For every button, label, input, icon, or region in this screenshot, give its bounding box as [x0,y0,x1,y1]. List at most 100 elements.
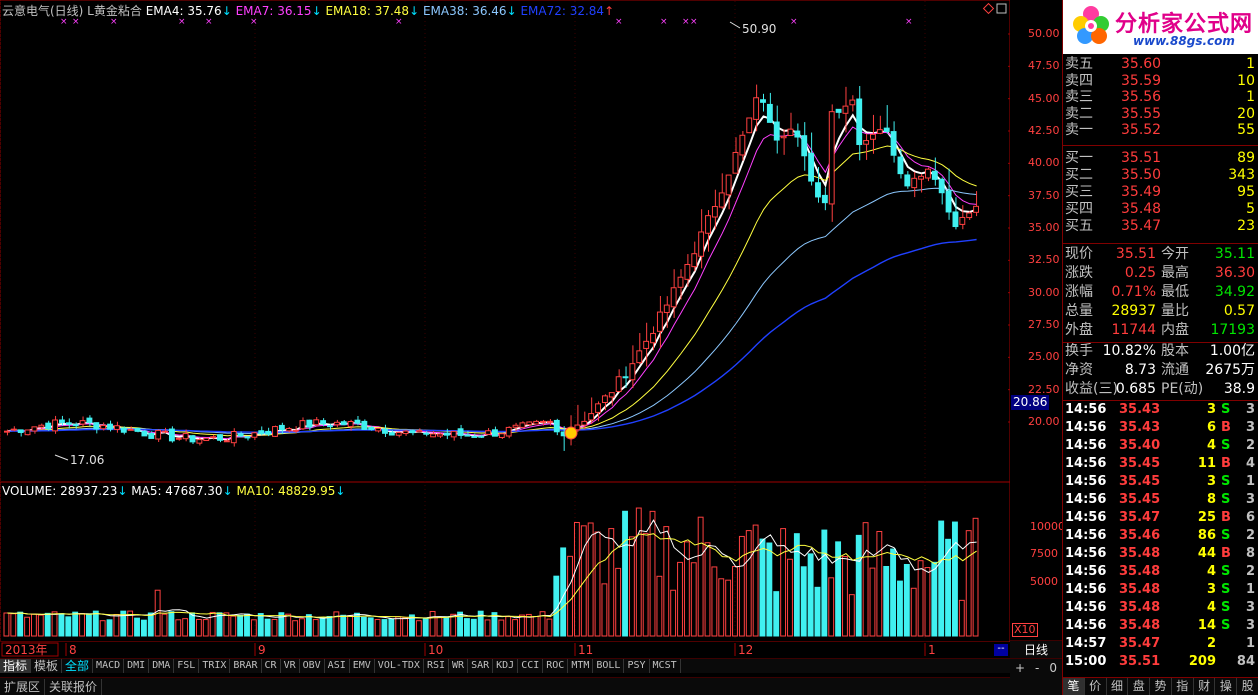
quote-tab[interactable]: 势 [1150,678,1172,695]
bottom-tab[interactable]: 扩展区 [0,678,46,695]
bottom-tab[interactable]: 关联报价 [45,678,103,695]
kline-chart[interactable]: × × × × × × × × × × × × × 云意电气(日线) L黄金粘合 EMA4: 35.76… [0,0,1010,658]
indicator-tab-trix[interactable]: TRIX [199,659,231,673]
quote-tab[interactable]: 操 [1215,678,1238,695]
legend-item: EMA4: 35.76 [146,4,222,18]
tick-row: 14:56 35.48 3 S 1 [1063,581,1258,599]
indicator-tab-模板[interactable]: 模板 [31,659,63,673]
zoom-button[interactable]: - [1035,661,1039,675]
legend-item: VOLUME: 28937.23 [2,484,117,498]
volume-bar [443,616,450,637]
indicator-tab-emv[interactable]: EMV [350,659,375,673]
candle-body [38,424,45,428]
bid-price: 35.47 [1121,218,1162,234]
signal-x-marker: × [110,17,118,27]
volume-bar [106,619,113,637]
volume-bar [168,611,175,637]
quote-tab[interactable]: 细 [1107,678,1129,695]
legend-arrow: ↓ [312,4,326,18]
divider [1063,342,1258,343]
indicator-tab-指标[interactable]: 指标 [0,659,32,673]
zoom-button[interactable]: 0 [1049,661,1057,675]
quote-tab[interactable]: 财 [1194,678,1216,695]
quote-tab[interactable]: 指 [1172,678,1194,695]
signal-x-marker: × [690,17,698,27]
stat-label: 现价 [1065,246,1093,262]
scroll-indicator[interactable]: -- [994,644,1008,656]
indicator-tab-vr[interactable]: VR [281,659,300,673]
candle-body [395,432,402,436]
candle-body [684,264,691,280]
ask-price: 35.52 [1121,122,1162,138]
stat-value: 0.71% [1111,284,1156,300]
candle-body [519,422,526,428]
indicator-tab-vol-tdx[interactable]: VOL-TDX [375,659,424,673]
tick-flag: S [1221,618,1231,633]
tick-price: 35.48 [1119,564,1161,579]
volume-bar [326,616,333,637]
candle-body [299,420,306,430]
stat-value: 17193 [1210,322,1255,338]
tick-flag: B [1221,510,1231,525]
indicator-tab-brar[interactable]: BRAR [230,659,262,673]
indicator-tab-boll[interactable]: BOLL [593,659,625,673]
indicator-tab-wr[interactable]: WR [449,659,469,673]
stat-value: 0.25 [1124,265,1156,281]
indicator-tab-roc[interactable]: ROC [543,659,569,673]
candle-body [718,192,725,208]
signal-coin-icon [564,426,578,440]
tick-count: 8 [1245,546,1255,561]
ask-volume: 55 [1237,122,1255,138]
indicator-tab-cci[interactable]: CCI [518,659,544,673]
quote-tab[interactable]: 笔 [1063,678,1085,695]
candle-body [93,422,100,430]
volume-bar [766,542,773,637]
signal-x-marker: × [60,17,68,27]
price-axis-label: 25.00 [1028,350,1060,364]
tick-volume: 4 [1206,564,1216,579]
indicator-tab-fsl[interactable]: FSL [174,659,200,673]
stat-label: PE(动) [1161,381,1204,397]
quote-tab[interactable]: 盘 [1128,678,1151,695]
candle-body [388,432,395,436]
indicator-tab-obv[interactable]: OBV [300,659,325,673]
indicator-tab-dma[interactable]: DMA [149,659,175,673]
candle-body [423,432,430,435]
tick-price: 35.48 [1119,582,1161,597]
indicator-tab-cr[interactable]: CR [262,659,281,673]
indicator-tab-mtm[interactable]: MTM [568,659,594,673]
zoom-button[interactable]: + [1015,661,1025,675]
tick-time: 14:56 [1065,492,1107,507]
candle-body [863,140,870,145]
indicator-tab-全部[interactable]: 全部 [62,659,94,673]
divider [1063,145,1258,146]
indicator-tab-psy[interactable]: PSY [624,659,650,673]
volume-unit-badge: X10 [1012,623,1038,637]
tick-volume: 14 [1197,618,1216,633]
volume-axis-label: 7500 [1030,547,1058,561]
indicator-tab-kdj[interactable]: KDJ [493,659,519,673]
candle-body [904,174,911,187]
quote-tab[interactable]: 价 [1085,678,1107,695]
candle-body [327,425,333,428]
indicator-tab-macd[interactable]: MACD [93,659,125,673]
logo-url: www.88gs.com [1133,34,1235,48]
ask-price: 35.59 [1121,72,1162,89]
legend-arrow: ↓ [507,4,521,18]
period-label[interactable]: 日线 [1010,640,1062,658]
indicator-tab-rsi[interactable]: RSI [424,659,450,673]
volume-bar [890,548,897,637]
indicator-tab-asi[interactable]: ASI [325,659,350,673]
tick-time: 14:56 [1065,582,1107,597]
candle-body [402,430,409,435]
candle-body [650,332,656,344]
indicator-tab-mcst[interactable]: MCST [650,659,681,673]
tick-price: 35.46 [1119,528,1161,543]
stat-value: 34.92 [1214,284,1255,300]
candle-body [416,430,423,433]
quote-tab[interactable]: 股 [1237,678,1258,695]
indicator-tab-dmi[interactable]: DMI [124,659,150,673]
candle-body [182,433,189,440]
indicator-tab-sar[interactable]: SAR [468,659,494,673]
candle-body [629,363,636,381]
